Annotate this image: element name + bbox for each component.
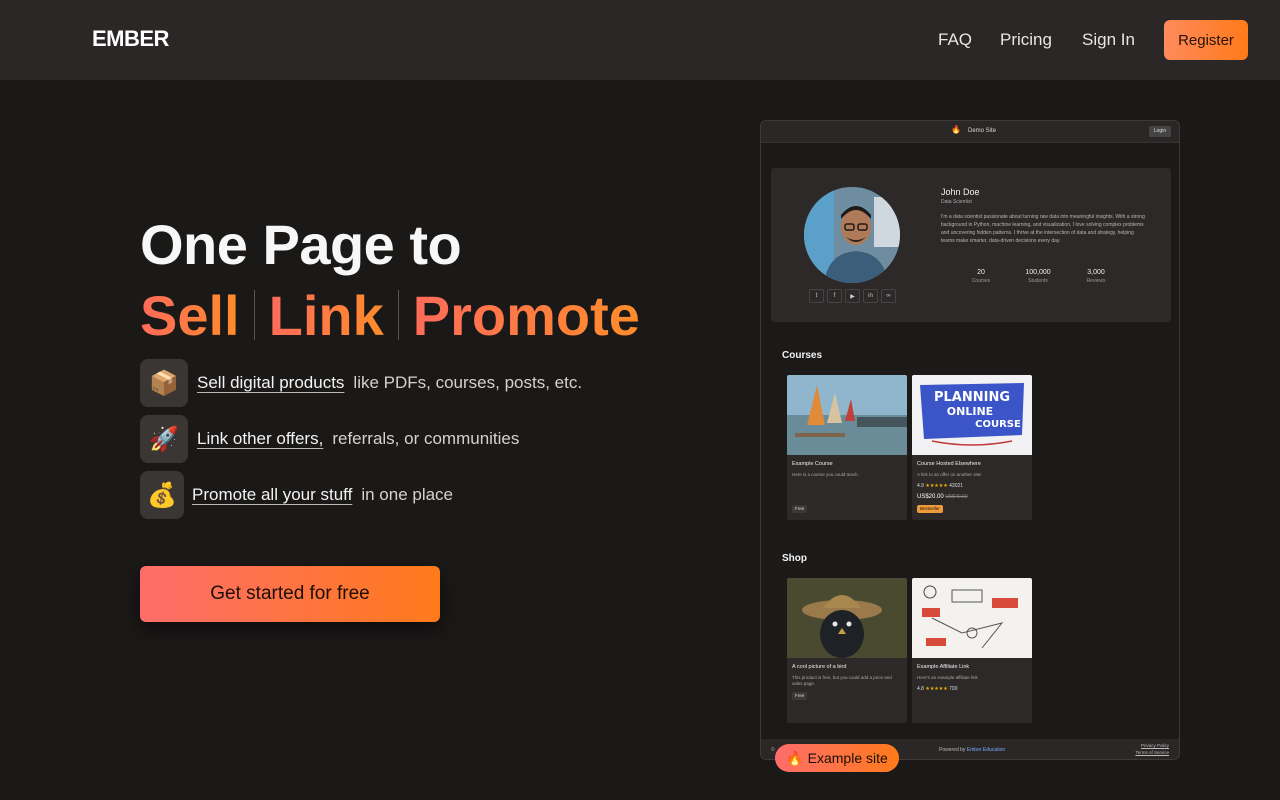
profile-name: John Doe [941, 187, 980, 197]
course-card[interactable]: PLANNING ONLINE COURSE Course Hosted Els… [912, 375, 1032, 520]
example-site-badge[interactable]: 🔥 Example site [775, 744, 899, 772]
linkedin-icon[interactable]: in [863, 289, 878, 303]
example-site-label: Example site [807, 750, 888, 766]
feature-sell-link[interactable]: Sell digital products [197, 373, 344, 393]
footer-copyright: © [771, 747, 775, 753]
course-price: US$20.00 US$40.00 [917, 494, 968, 500]
review-count: 43021 [949, 483, 964, 489]
fire-icon: 🔥 [786, 749, 804, 766]
courses-heading: Courses [782, 350, 823, 361]
course-thumbnail [787, 375, 907, 455]
powered-brand-link[interactable]: Ember Education [967, 747, 1005, 753]
stat-label: Courses [971, 278, 991, 284]
stat-value: 3,000 [1087, 269, 1105, 276]
product-thumbnail [787, 578, 907, 658]
hero-keywords: Sell Link Promote [140, 280, 640, 350]
package-icon: 📦 [140, 359, 188, 407]
stat-label: Students [1028, 278, 1048, 284]
profile-role: Data Scientist [941, 199, 972, 205]
old-price: US$40.00 [945, 494, 968, 500]
money-bag-icon: 💰 [140, 471, 184, 519]
keyword-sell: Sell [140, 283, 240, 347]
product-title: A cool picture of a bird [792, 664, 847, 670]
course-description: A link to an offer on another site! [917, 472, 982, 477]
course-rating: 4.9 ★★★★★ 43021 [917, 483, 963, 489]
keyword-link: Link [268, 283, 384, 347]
link-icon[interactable]: ∞ [881, 289, 896, 303]
svg-text:COURSE: COURSE [975, 419, 1021, 430]
demo-site-title: Demo Site [968, 128, 997, 134]
review-count: 700 [949, 686, 958, 692]
course-title: Example Course [792, 461, 833, 467]
product-description: This product is free, but you could add … [792, 675, 892, 686]
nav-pricing-link[interactable]: Pricing [1000, 30, 1052, 50]
svg-text:ONLINE: ONLINE [947, 405, 993, 418]
course-card[interactable]: Example Course Here is a course you coul… [787, 375, 907, 520]
rating-value: 4.9 [917, 483, 924, 489]
feature-link: 🚀 Link other offers, referrals, or commu… [140, 415, 519, 463]
product-rating: 4.8 ★★★★★ 700 [917, 686, 958, 692]
course-thumbnail: PLANNING ONLINE COURSE [912, 375, 1032, 455]
product-title: Example Affiliate Link [917, 664, 970, 670]
demo-site-preview[interactable]: 🔥 Demo Site Login t f ▶ in ∞ John Doe Da… [760, 120, 1180, 760]
top-navigation: EMBER FAQ Pricing Sign In Register [0, 0, 1280, 80]
star-icons: ★★★★★ [925, 483, 948, 489]
stat-value: 20 [977, 269, 985, 276]
ember-flame-icon: 🔥 [951, 125, 961, 134]
youtube-icon[interactable]: ▶ [845, 289, 860, 303]
free-badge: Free [792, 505, 808, 513]
course-title: Course Hosted Elsewhere [917, 461, 981, 467]
get-started-button[interactable]: Get started for free [140, 566, 440, 622]
profile-bio: I'm a data scientist passionate about tu… [941, 214, 1145, 244]
feature-promote-text: in one place [361, 485, 454, 504]
svg-text:PLANNING: PLANNING [934, 390, 1010, 405]
demo-topbar: 🔥 Demo Site Login [761, 121, 1179, 143]
hero-heading: One Page to [140, 213, 462, 276]
current-price: US$20.00 [917, 494, 944, 500]
ember-logo[interactable]: EMBER [92, 26, 169, 52]
profile-card: t f ▶ in ∞ John Doe Data Scientist I'm a… [771, 168, 1171, 322]
feature-link-link[interactable]: Link other offers, [197, 429, 323, 449]
shop-heading: Shop [782, 553, 807, 564]
product-thumbnail [912, 578, 1032, 658]
register-button[interactable]: Register [1164, 20, 1248, 60]
product-description: Here's an example affiliate link [917, 675, 978, 680]
feature-promote: 💰 Promote all your stuff in one place [140, 471, 453, 519]
twitter-icon[interactable]: t [809, 289, 824, 303]
stat-reviews: 3,000 Reviews [1076, 269, 1116, 284]
product-card[interactable]: A cool picture of a bird This product is… [787, 578, 907, 723]
facebook-icon[interactable]: f [827, 289, 842, 303]
avatar [804, 187, 900, 283]
stat-students: 100,000 Students [1018, 269, 1058, 284]
free-badge: Free [792, 692, 808, 700]
footer-powered-by: Powered by Ember Education [939, 747, 1005, 753]
rocket-icon: 🚀 [140, 415, 188, 463]
feature-sell-text: like PDFs, courses, posts, etc. [353, 373, 583, 392]
social-links: t f ▶ in ∞ [809, 289, 896, 303]
privacy-policy-link[interactable]: Privacy Policy [1135, 742, 1169, 749]
powered-label: Powered by [939, 747, 966, 753]
product-card[interactable]: Example Affiliate Link Here's an example… [912, 578, 1032, 723]
stat-courses: 20 Courses [961, 269, 1001, 284]
rating-value: 4.8 [917, 686, 924, 692]
demo-login-button[interactable]: Login [1149, 126, 1171, 137]
bestseller-badge: Bestseller [917, 505, 943, 513]
keyword-promote: Promote [412, 283, 640, 347]
nav-signin-link[interactable]: Sign In [1082, 30, 1135, 50]
star-icons: ★★★★★ [925, 686, 948, 692]
feature-link-text: referrals, or communities [332, 429, 520, 448]
terms-link[interactable]: Terms of Service [1135, 749, 1169, 756]
feature-promote-link[interactable]: Promote all your stuff [192, 485, 352, 505]
keyword-divider [253, 290, 255, 340]
footer-links: Privacy Policy Terms of Service [1135, 742, 1169, 756]
nav-faq-link[interactable]: FAQ [938, 30, 972, 50]
course-description: Here is a course you could teach. [792, 472, 859, 477]
keyword-divider [397, 290, 399, 340]
stat-value: 100,000 [1025, 269, 1051, 276]
feature-sell: 📦 Sell digital products like PDFs, cours… [140, 359, 582, 407]
stat-label: Reviews [1086, 278, 1106, 284]
